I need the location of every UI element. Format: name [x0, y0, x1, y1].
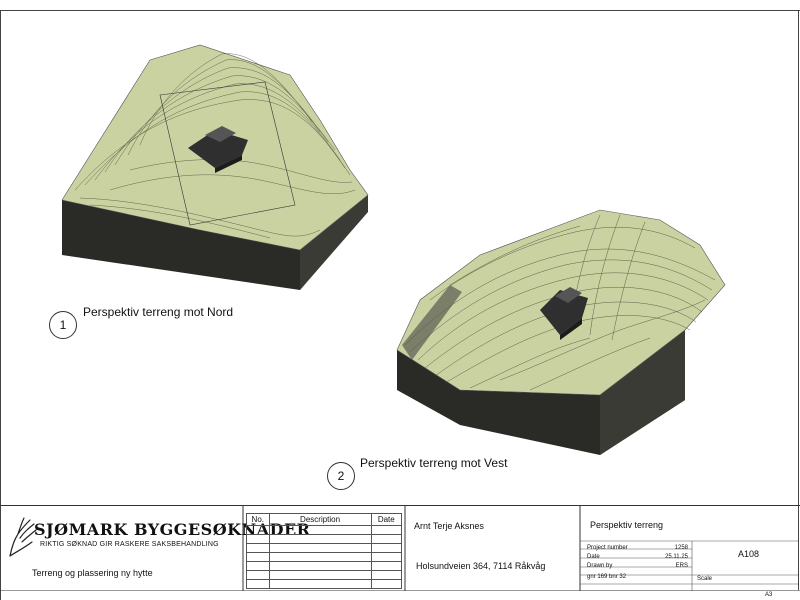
terrain-model-north	[61, 44, 369, 290]
company-slogan: RIKTIG SØKNAD GIR RASKERE SAKSBEHANDLING	[40, 541, 219, 548]
revision-table: No. Description Date	[246, 513, 403, 589]
drawing-sheet: 1 Perspektiv terreng mot Nord 2 Perspekt…	[0, 0, 800, 600]
revision-row	[246, 579, 403, 589]
project-description: Terreng og plassering ny hytte	[32, 568, 153, 578]
sheet-title: Perspektiv terreng	[590, 520, 664, 530]
paper-size: A3	[765, 592, 773, 598]
revision-row	[246, 552, 403, 562]
scale-label: Scale	[697, 576, 713, 582]
terrain-model-west	[396, 209, 726, 455]
field-label-property: gnr 169 bnr 32	[587, 574, 627, 580]
view-number-1: 1	[49, 311, 77, 339]
view-number-2: 2	[327, 462, 355, 490]
revision-header-description: Description	[268, 513, 372, 526]
revision-row	[246, 561, 403, 571]
field-value-date: 25.11.25	[665, 554, 688, 560]
revision-row	[246, 570, 403, 580]
terrain-views	[61, 44, 726, 455]
revision-header-date: Date	[370, 513, 403, 526]
field-label-project-number: Project number	[587, 545, 628, 551]
field-value-project-number: 1258	[674, 545, 688, 551]
field-label-date: Date	[587, 554, 600, 560]
sheet-number: A108	[738, 549, 760, 559]
revision-row	[246, 534, 403, 544]
field-value-drawn-by: ERS	[675, 563, 688, 569]
revision-header-no: No.	[246, 513, 270, 526]
client-address: Holsundveien 364, 7114 Råkvåg	[416, 561, 546, 571]
revision-row	[246, 543, 403, 553]
revision-row	[246, 525, 403, 535]
field-label-drawn-by: Drawn by	[587, 563, 613, 569]
view-label-2: Perspektiv terreng mot Vest	[360, 456, 508, 470]
view-label-1: Perspektiv terreng mot Nord	[83, 305, 234, 319]
client-name: Arnt Terje Aksnes	[414, 521, 484, 531]
